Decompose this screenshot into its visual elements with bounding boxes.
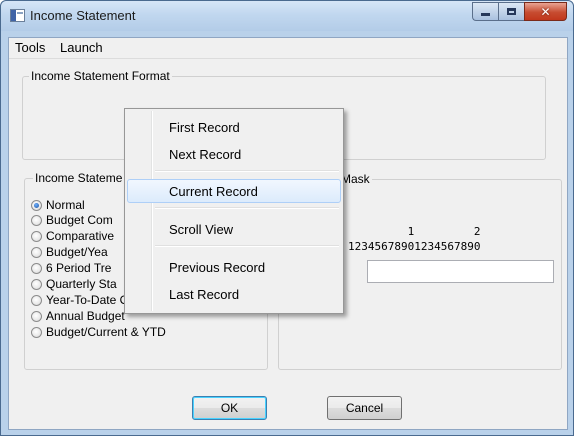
radio-button[interactable] (31, 230, 42, 242)
radio-budget-year[interactable]: Budget/Yea (31, 245, 108, 259)
radio-label: Quarterly Sta (46, 277, 117, 291)
radio-label: Budget/Current & YTD (46, 325, 166, 339)
menu-item-previous-record[interactable]: Previous Record (127, 255, 341, 279)
mask-ruler-tens: 1 2 (348, 225, 481, 238)
radio-label: Comparative (46, 229, 115, 243)
menu-separator (155, 207, 339, 209)
radio-quarterly-statement[interactable]: Quarterly Sta (31, 277, 117, 291)
maximize-button[interactable] (498, 2, 524, 21)
title-bar[interactable]: Income Statement ✕ (1, 1, 573, 31)
close-button[interactable]: ✕ (524, 2, 567, 21)
menu-tools[interactable]: Tools (15, 40, 45, 55)
radio-button[interactable] (31, 246, 42, 258)
close-icon: ✕ (540, 4, 551, 19)
radio-normal[interactable]: Normal (31, 198, 85, 212)
menu-launch[interactable]: Launch (60, 40, 103, 55)
radio-button[interactable] (31, 262, 42, 274)
radio-budget-comparison[interactable]: Budget Com (31, 213, 113, 227)
maximize-icon (507, 8, 516, 15)
cancel-button[interactable]: Cancel (327, 396, 402, 420)
radio-button[interactable] (31, 310, 42, 322)
menu-item-first-record[interactable]: First Record (127, 115, 341, 139)
menu-separator (155, 170, 339, 172)
statement-type-group-title: Income Stateme (33, 171, 125, 185)
menu-item-next-record[interactable]: Next Record (127, 142, 341, 166)
menu-item-current-record[interactable]: Current Record (127, 179, 341, 203)
radio-label: Normal (46, 198, 85, 212)
menu-item-last-record[interactable]: Last Record (127, 282, 341, 306)
radio-6-period-trend[interactable]: 6 Period Tre (31, 261, 111, 275)
radio-button-selected[interactable] (31, 199, 42, 211)
radio-button[interactable] (31, 214, 42, 226)
minimize-icon (481, 13, 490, 16)
radio-label: Budget/Yea (46, 245, 108, 259)
app-icon[interactable] (10, 9, 25, 22)
radio-button[interactable] (31, 294, 42, 306)
window-title: Income Statement (30, 8, 136, 23)
radio-button[interactable] (31, 326, 42, 338)
mask-input[interactable] (367, 260, 554, 283)
radio-budget-current-ytd[interactable]: Budget/Current & YTD (31, 325, 166, 339)
minimize-button[interactable] (472, 2, 498, 21)
radio-button[interactable] (31, 278, 42, 290)
record-context-menu: First Record Next Record Current Record … (124, 108, 344, 314)
ok-button[interactable]: OK (192, 396, 267, 420)
radio-comparative[interactable]: Comparative (31, 229, 114, 243)
menu-separator (155, 245, 339, 247)
caption-buttons: ✕ (472, 2, 567, 21)
radio-annual-budget[interactable]: Annual Budget (31, 309, 125, 323)
radio-label: Budget Com (46, 213, 113, 227)
menu-bar: Tools Launch (9, 38, 567, 59)
mask-ruler-units: 12345678901234567890 (348, 240, 481, 253)
menu-gutter (151, 111, 152, 311)
format-group-title: Income Statement Format (29, 69, 172, 83)
radio-label: 6 Period Tre (46, 261, 112, 275)
menu-item-scroll-view[interactable]: Scroll View (127, 217, 341, 241)
radio-label: Annual Budget (46, 309, 125, 323)
